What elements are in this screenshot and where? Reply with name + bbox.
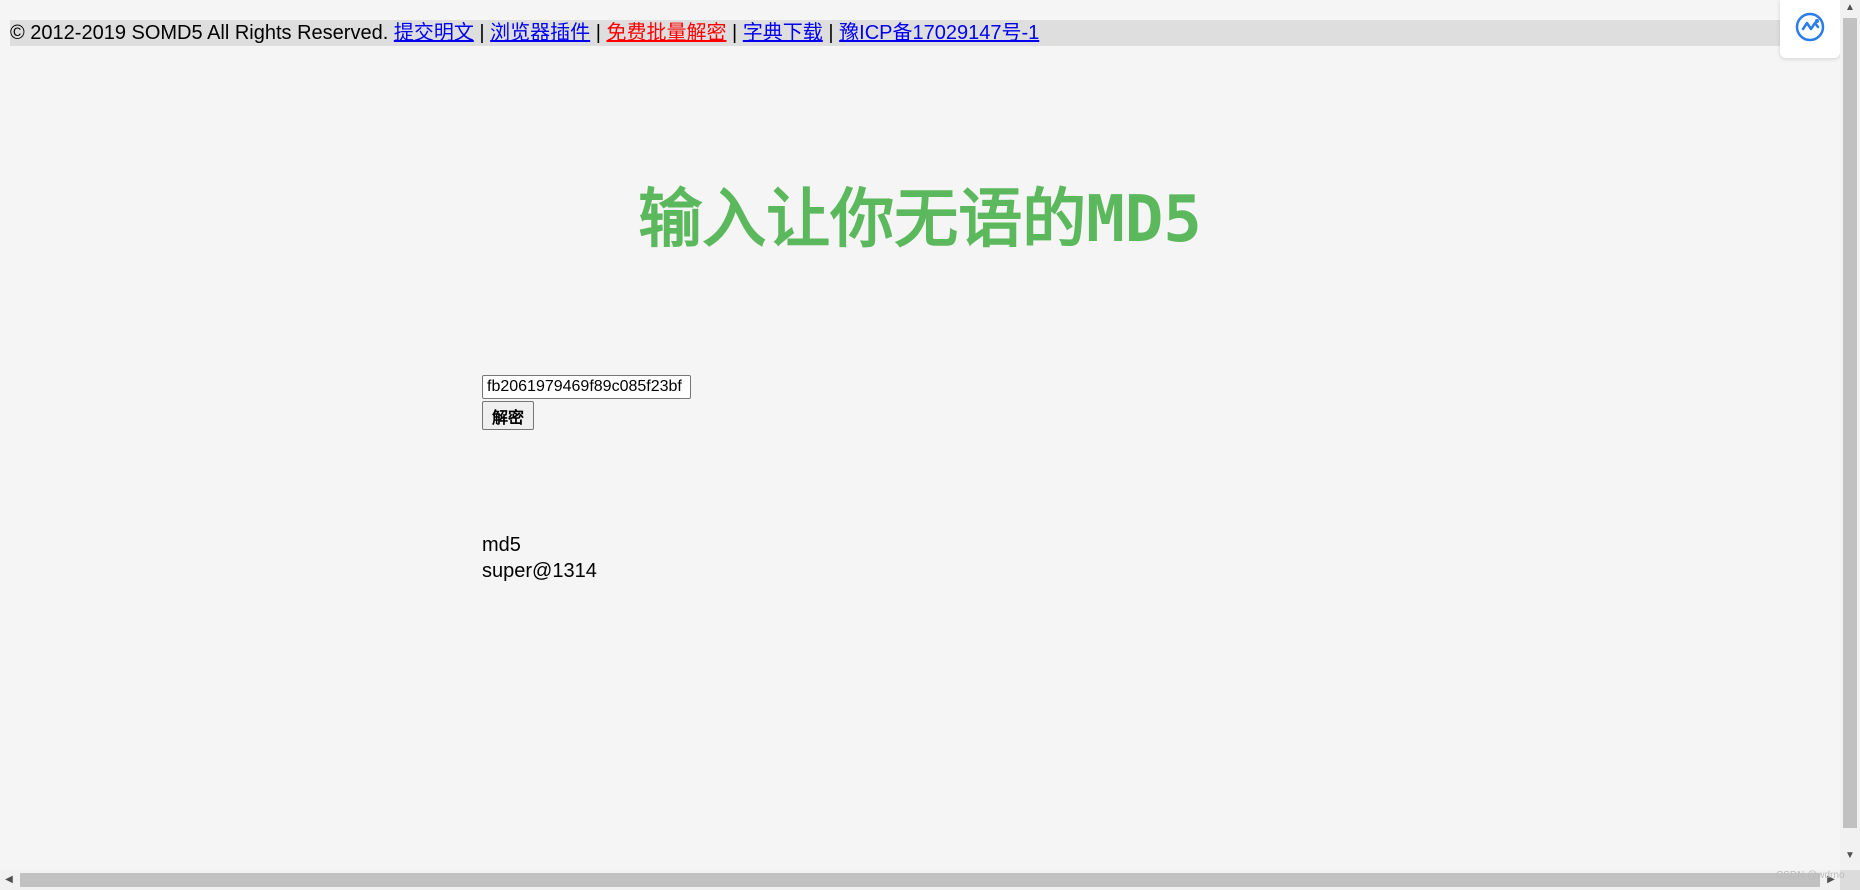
icp-license-link[interactable]: 豫ICP备17029147号-1 [839,22,1039,44]
horizontal-scroll-thumb[interactable] [20,873,1820,887]
free-batch-decrypt-link[interactable]: 免费批量解密 [606,22,726,44]
watermark: CSDN @wdrno [1776,870,1845,881]
vertical-scrollbar[interactable]: ▲ ▼ [1840,0,1860,870]
result-plaintext: super@1314 [482,560,597,582]
separator: | [479,22,485,44]
translate-extension-icon [1795,12,1825,47]
copyright-bar: © 2012-2019 SOMD5 All Rights Reserved. 提… [10,20,1840,46]
page: © 2012-2019 SOMD5 All Rights Reserved. 提… [0,0,1860,890]
scroll-up-icon[interactable]: ▲ [1840,0,1860,16]
copyright-text: © 2012-2019 SOMD5 All Rights Reserved. [10,22,389,44]
decrypt-button[interactable]: 解密 [482,401,534,430]
result-type-label: md5 [482,534,521,556]
scroll-down-icon[interactable]: ▼ [1840,848,1860,864]
page-title: 输入让你无语的MD5 [638,183,1202,257]
separator: | [732,22,738,44]
dictionary-download-link[interactable]: 字典下载 [743,22,823,44]
submit-plaintext-link[interactable]: 提交明文 [394,22,474,44]
separator: | [595,22,601,44]
separator: | [828,22,834,44]
scroll-left-icon[interactable]: ◀ [0,870,18,890]
horizontal-scrollbar[interactable]: ◀ ▶ [0,870,1840,890]
extension-button[interactable] [1780,0,1840,58]
md5-hash-input[interactable] [482,375,691,399]
result-panel: md5 super@1314 [482,532,597,584]
vertical-scroll-thumb[interactable] [1843,18,1857,828]
browser-plugin-link[interactable]: 浏览器插件 [490,22,590,44]
